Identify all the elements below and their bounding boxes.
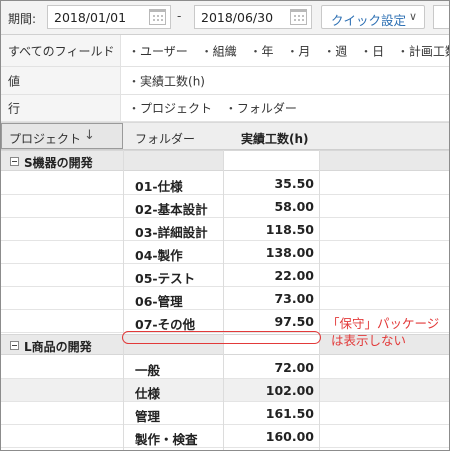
- table-row[interactable]: 一般 72.00: [1, 356, 449, 379]
- values-label-cell: 値: [1, 67, 121, 94]
- all-fields-label: すべてのフィールド: [8, 44, 115, 58]
- hours-cell: 73.00: [274, 291, 314, 306]
- folder-cell: 仕様: [135, 386, 161, 401]
- hours-cell: 97.50: [274, 314, 314, 329]
- field-chip[interactable]: 月: [286, 44, 310, 58]
- toolbar: 期間: 2018/01/01 - 2018/06/30 クイック設定 ∨: [1, 1, 449, 35]
- end-date-value: 2018/06/30: [201, 10, 274, 25]
- row-chip[interactable]: フォルダー: [225, 102, 297, 116]
- hours-cell: 161.50: [265, 406, 314, 421]
- project-cell: [1, 310, 123, 332]
- annotation-line-2: は表示しない: [331, 333, 407, 348]
- field-chip[interactable]: 年: [249, 44, 273, 58]
- group-name: L商品の開発: [24, 340, 92, 354]
- end-date-field[interactable]: 2018/06/30: [194, 5, 312, 29]
- date-separator: -: [177, 9, 182, 23]
- field-chip[interactable]: 週: [323, 44, 347, 58]
- folder-cell: 管理: [135, 409, 161, 424]
- hours-cell: 58.00: [274, 199, 314, 214]
- folder-column-header[interactable]: フォルダー: [135, 130, 195, 147]
- project-cell: [1, 264, 123, 286]
- quick-settings-button[interactable]: クイック設定 ∨: [321, 5, 425, 29]
- chevron-down-icon: ∨: [408, 10, 417, 23]
- field-chip[interactable]: ユーザー: [128, 44, 188, 58]
- group-row[interactable]: S機器の開発: [1, 150, 449, 171]
- period-label: 期間:: [8, 12, 37, 26]
- field-chip[interactable]: 日: [360, 44, 384, 58]
- folder-cell: 06-管理: [135, 294, 183, 309]
- project-cell: [1, 241, 123, 263]
- field-chip[interactable]: 計画工数(h): [397, 44, 449, 58]
- folder-cell: 05-テスト: [135, 271, 196, 286]
- sort-down-icon[interactable]: ↓: [84, 128, 95, 143]
- collapse-icon[interactable]: [10, 157, 19, 166]
- project-column-header[interactable]: プロジェクト ↓: [1, 123, 123, 149]
- group-name: S機器の開発: [24, 156, 93, 170]
- folder-cell: 一般: [135, 363, 161, 378]
- values-list: 実績工数(h): [121, 72, 207, 89]
- pivot-header: プロジェクト ↓ フォルダー 実績工数(h): [1, 122, 449, 150]
- hours-cell: 102.00: [265, 383, 314, 398]
- pivot-window: 期間: 2018/01/01 - 2018/06/30 クイック設定 ∨ すべて…: [0, 0, 450, 451]
- project-cell: [1, 172, 123, 194]
- collapse-icon[interactable]: [10, 341, 19, 350]
- table-row[interactable]: 管理 161.50: [1, 402, 449, 425]
- annotation-callout: 「保守」パッケージ は表示しない: [327, 315, 439, 349]
- grid-divider: [223, 150, 224, 450]
- table-row[interactable]: 02-基本設計 58.00: [1, 195, 449, 218]
- project-cell: [1, 425, 123, 447]
- project-cell: [1, 402, 123, 424]
- calendar-icon[interactable]: [149, 9, 166, 25]
- project-header-label: プロジェクト: [9, 132, 82, 146]
- folder-cell: 01-仕様: [135, 179, 183, 194]
- table-row[interactable]: 03-詳細設計 118.50: [1, 218, 449, 241]
- all-fields-label-cell: すべてのフィールド: [1, 35, 121, 66]
- table-row[interactable]: 05-テスト 22.00: [1, 264, 449, 287]
- rows-label: 行: [8, 101, 21, 116]
- rows-list: プロジェクト フォルダー: [121, 100, 299, 117]
- field-chip[interactable]: 組織: [201, 44, 237, 58]
- table-row[interactable]: 仕様 102.00: [1, 379, 449, 402]
- pivot-grid: S機器の開発 01-仕様 35.50 02-基本設計 58.00 03-詳細設計…: [1, 150, 449, 450]
- table-row[interactable]: 01-仕様 35.50: [1, 172, 449, 195]
- table-row[interactable]: 04-製作 138.00: [1, 241, 449, 264]
- toolbar-extra-button[interactable]: [433, 5, 449, 29]
- row-chip[interactable]: プロジェクト: [128, 102, 212, 116]
- annotation-highlight-oval: [122, 331, 321, 344]
- grid-divider: [319, 150, 320, 450]
- hours-cell: 72.00: [274, 360, 314, 375]
- hours-cell: 118.50: [265, 222, 314, 237]
- rows-row: 行 プロジェクト フォルダー: [1, 95, 449, 122]
- start-date-value: 2018/01/01: [54, 10, 127, 25]
- table-row[interactable]: 06-管理 73.00: [1, 287, 449, 310]
- value-chip[interactable]: 実績工数(h): [128, 74, 205, 88]
- folder-cell: 04-製作: [135, 248, 183, 263]
- start-date-field[interactable]: 2018/01/01: [47, 5, 171, 29]
- hours-cell: 22.00: [274, 268, 314, 283]
- project-cell: [1, 218, 123, 240]
- hours-cell: 160.00: [265, 429, 314, 444]
- hours-column-header[interactable]: 実績工数(h): [241, 130, 309, 147]
- all-fields-row: すべてのフィールド ユーザー 組織 年 月 週 日 計画工数(h): [1, 35, 449, 67]
- annotation-line-1: 「保守」パッケージ: [327, 316, 440, 331]
- values-row: 値 実績工数(h): [1, 67, 449, 95]
- project-cell: [1, 195, 123, 217]
- hours-cell: 138.00: [265, 245, 314, 260]
- quick-settings-label: クイック設定: [331, 13, 407, 28]
- folder-cell: 02-基本設計: [135, 202, 208, 217]
- group-hours-cell: [224, 151, 319, 170]
- folder-cell: 03-詳細設計: [135, 225, 208, 240]
- calendar-icon[interactable]: [290, 9, 307, 25]
- grid-divider: [123, 150, 124, 450]
- folder-cell: 製作・検査: [135, 432, 198, 447]
- table-row[interactable]: 製作・検査 160.00: [1, 425, 449, 448]
- project-cell: [1, 287, 123, 309]
- rows-label-cell: 行: [1, 95, 121, 121]
- all-fields-list: ユーザー 組織 年 月 週 日 計画工数(h): [121, 42, 449, 59]
- values-label: 値: [8, 74, 21, 88]
- project-cell: [1, 356, 123, 378]
- hours-cell: 35.50: [274, 176, 314, 191]
